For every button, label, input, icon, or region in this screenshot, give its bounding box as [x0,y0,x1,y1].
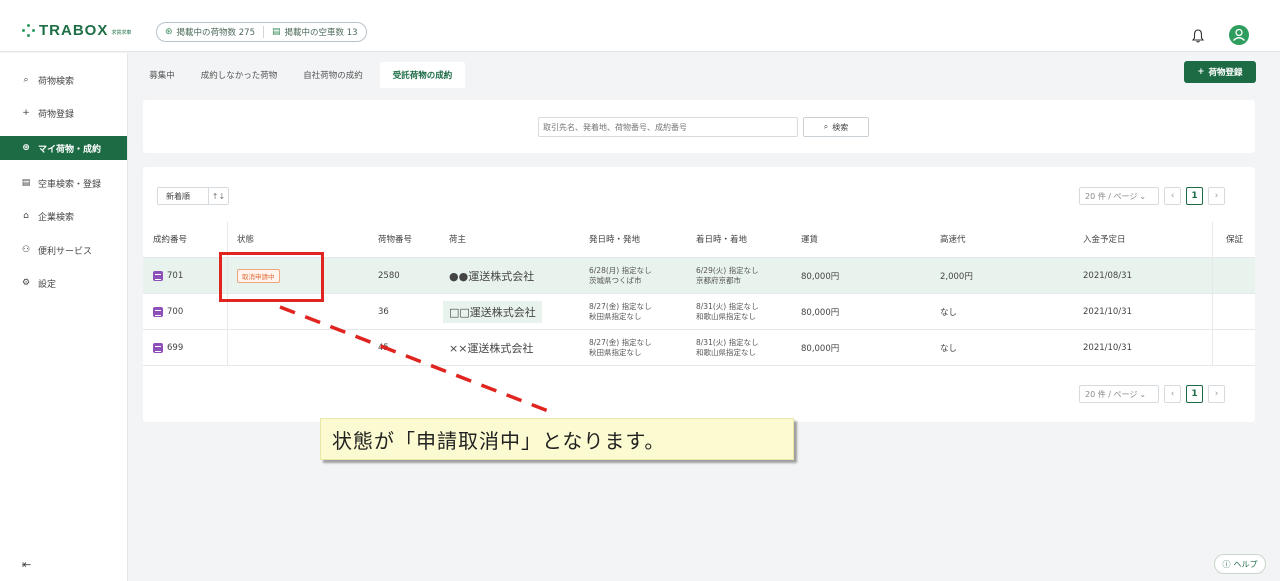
annotation-callout: 状態が「申請取消中」となります。 [320,418,794,460]
help-icon: ⓘ [1222,559,1231,569]
help-label: ヘルプ [1233,559,1258,569]
annotation-dashed-line [279,305,557,416]
help-button[interactable]: ⓘ ヘルプ [1214,554,1266,574]
